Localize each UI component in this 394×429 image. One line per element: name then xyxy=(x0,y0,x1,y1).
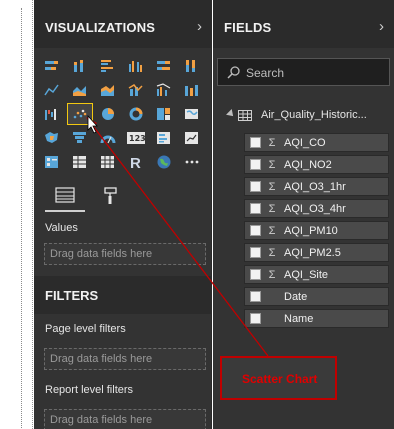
table-icon xyxy=(238,110,252,121)
powerbi-panes: VISUALIZATIONS › 123 R Values Drag data … xyxy=(0,0,394,429)
canvas-border xyxy=(21,8,22,428)
field-label: AQI_O3_1hr xyxy=(284,180,346,193)
search-icon xyxy=(227,66,240,79)
collapse-fields-chevron-icon[interactable]: › xyxy=(379,19,384,34)
line-clustered-icon[interactable] xyxy=(152,80,176,100)
table-name: Air_Quality_Historic... xyxy=(261,109,367,121)
sigma-icon: Σ xyxy=(268,268,276,281)
visualizations-pane: VISUALIZATIONS › 123 R Values Drag data … xyxy=(34,0,212,429)
field-label: AQI_CO xyxy=(284,136,326,149)
field-checkbox[interactable] xyxy=(250,203,261,214)
collapse-visualizations-chevron-icon[interactable]: › xyxy=(197,19,202,34)
search-placeholder: Search xyxy=(246,66,285,80)
field-item[interactable]: Σ AQI_PM10 xyxy=(244,221,389,240)
ribbon-chart-icon[interactable] xyxy=(180,80,204,100)
page-filters-drop-zone[interactable]: Drag data fields here xyxy=(44,348,206,370)
field-item[interactable]: Name xyxy=(244,309,389,328)
stacked-column-icon[interactable] xyxy=(68,56,92,76)
field-item[interactable]: Date xyxy=(244,287,389,306)
page-filters-label: Page level filters xyxy=(45,323,126,335)
field-item[interactable]: Σ AQI_O3_4hr xyxy=(244,199,389,218)
fields-well-icon xyxy=(55,187,75,203)
field-checkbox[interactable] xyxy=(250,225,261,236)
paint-roller-icon xyxy=(104,187,117,204)
field-item[interactable]: Σ AQI_Site xyxy=(244,265,389,284)
field-label: AQI_PM10 xyxy=(284,224,338,237)
field-checkbox[interactable] xyxy=(250,247,261,258)
field-checkbox[interactable] xyxy=(250,269,261,280)
area-chart-icon[interactable] xyxy=(68,80,92,100)
scatter-chart-icon[interactable] xyxy=(67,103,93,125)
table-node[interactable]: Air_Quality_Historic... xyxy=(213,104,394,126)
line-chart-icon[interactable] xyxy=(40,80,64,100)
field-item[interactable]: Σ AQI_CO xyxy=(244,133,389,152)
sigma-icon: Σ xyxy=(268,180,276,193)
matrix-icon[interactable] xyxy=(96,152,120,172)
100-stacked-bar-icon[interactable] xyxy=(152,56,176,76)
svg-text:123: 123 xyxy=(129,134,145,143)
waterfall-icon[interactable] xyxy=(40,104,64,124)
donut-chart-icon[interactable] xyxy=(124,104,148,124)
stacked-area-icon[interactable] xyxy=(96,80,120,100)
field-checkbox[interactable] xyxy=(250,313,261,324)
sigma-icon: Σ xyxy=(268,136,276,149)
annotation-callout: Scatter Chart xyxy=(220,356,337,400)
field-checkbox[interactable] xyxy=(250,159,261,170)
pie-chart-icon[interactable] xyxy=(96,104,120,124)
visual-tool-tabs xyxy=(34,180,212,212)
values-drop-zone[interactable]: Drag data fields here xyxy=(44,243,206,265)
stacked-bar-icon[interactable] xyxy=(40,56,64,76)
fields-header: FIELDS › xyxy=(213,0,394,48)
field-label: Name xyxy=(284,312,314,325)
100-stacked-column-icon[interactable] xyxy=(180,56,204,76)
visualizations-title: VISUALIZATIONS xyxy=(45,20,156,35)
treemap-icon[interactable] xyxy=(152,104,176,124)
fields-title: FIELDS xyxy=(224,20,272,35)
fields-search-input[interactable]: Search xyxy=(217,58,390,86)
r-visual-icon[interactable]: R xyxy=(124,152,148,172)
field-checkbox[interactable] xyxy=(250,291,261,302)
field-label: AQI_Site xyxy=(284,268,329,281)
funnel-icon[interactable] xyxy=(68,128,92,148)
svg-text:R: R xyxy=(130,155,141,170)
field-item[interactable]: Σ AQI_PM2.5 xyxy=(244,243,389,262)
table-icon[interactable] xyxy=(68,152,92,172)
field-label: AQI_NO2 xyxy=(284,158,332,171)
field-item[interactable]: Σ AQI_NO2 xyxy=(244,155,389,174)
values-label: Values xyxy=(45,222,78,234)
field-label: Date xyxy=(284,290,308,303)
field-label: AQI_O3_4hr xyxy=(284,202,346,215)
expand-triangle-icon[interactable] xyxy=(226,109,236,119)
sigma-icon: Σ xyxy=(268,202,276,215)
field-item[interactable]: Σ AQI_O3_1hr xyxy=(244,177,389,196)
slicer-icon[interactable] xyxy=(40,152,64,172)
filters-title: FILTERS xyxy=(45,288,99,303)
kpi-icon[interactable] xyxy=(180,128,204,148)
multi-row-card-icon[interactable] xyxy=(152,128,176,148)
sigma-icon: Σ xyxy=(268,224,276,237)
filters-header: FILTERS xyxy=(34,276,212,314)
more-icon[interactable] xyxy=(180,152,204,172)
gauge-icon[interactable] xyxy=(96,128,120,148)
visualizations-header: VISUALIZATIONS › xyxy=(34,0,212,48)
tab-format[interactable] xyxy=(91,180,131,212)
field-label: AQI_PM2.5 xyxy=(284,246,341,259)
clustered-column-icon[interactable] xyxy=(124,56,148,76)
line-column-icon[interactable] xyxy=(124,80,148,100)
map-icon[interactable] xyxy=(180,104,204,124)
field-checkbox[interactable] xyxy=(250,137,261,148)
card-icon[interactable]: 123 xyxy=(124,128,148,148)
report-canvas-edge xyxy=(0,0,33,429)
sigma-icon: Σ xyxy=(268,158,276,171)
filled-map-icon[interactable] xyxy=(40,128,64,148)
clustered-bar-icon[interactable] xyxy=(96,56,120,76)
annotation-label: Scatter Chart xyxy=(242,372,318,386)
sigma-icon: Σ xyxy=(268,246,276,259)
tab-fields[interactable] xyxy=(45,180,85,212)
field-checkbox[interactable] xyxy=(250,181,261,192)
report-filters-drop-zone[interactable]: Drag data fields here xyxy=(44,409,206,429)
globe-icon[interactable] xyxy=(152,152,176,172)
report-filters-label: Report level filters xyxy=(45,384,134,396)
